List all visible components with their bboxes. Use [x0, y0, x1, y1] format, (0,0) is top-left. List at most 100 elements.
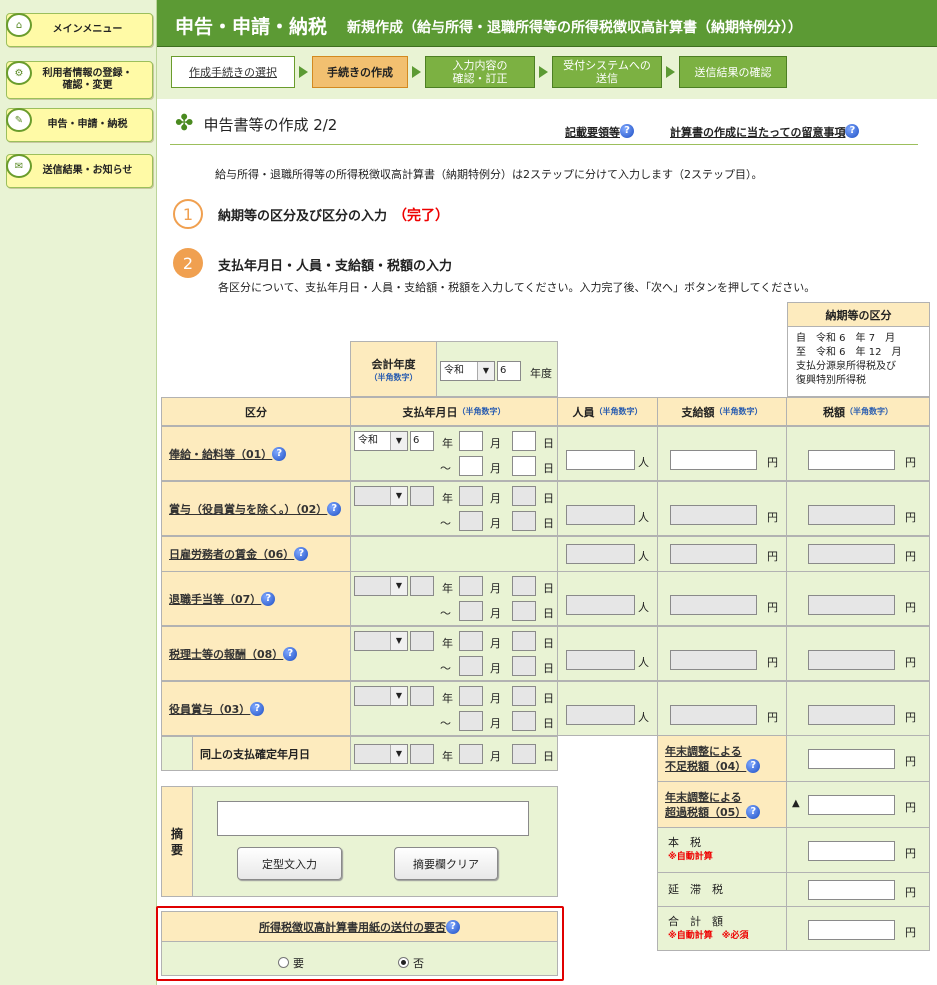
col-header-jinin: 人員 （半角数字）	[557, 397, 658, 426]
era-select[interactable]: ▼	[354, 576, 408, 596]
month-input[interactable]	[459, 656, 483, 676]
step-select[interactable]: 作成手続きの選択	[171, 56, 295, 88]
zeigaku-input[interactable]	[808, 450, 895, 470]
radio-icon	[278, 957, 289, 968]
help-icon[interactable]: ?	[327, 501, 342, 516]
month-input[interactable]	[459, 431, 483, 451]
help-icon[interactable]: ?	[272, 446, 287, 461]
month-input[interactable]	[459, 711, 483, 731]
day-input[interactable]	[512, 601, 536, 621]
step-send: 受付システムへの 送信	[552, 56, 662, 88]
era-select[interactable]: 令和 ▼	[354, 431, 408, 451]
shikyu-input[interactable]	[670, 705, 757, 725]
arrow-right-icon	[539, 66, 548, 78]
day-input[interactable]	[512, 456, 536, 476]
row-label[interactable]: 税理士等の報酬（08）?	[161, 626, 351, 681]
radio-no[interactable]: 否	[398, 955, 424, 971]
chevron-down-icon: ▼	[477, 362, 494, 380]
row-label[interactable]: 日雇労務者の賃金（06）?	[161, 536, 351, 572]
year-input[interactable]	[410, 631, 434, 651]
help-icon[interactable]: ?	[250, 701, 265, 716]
era-select[interactable]: ▼	[354, 686, 408, 706]
link-notes[interactable]: 計算書の作成に当たっての留意事項?	[670, 124, 860, 140]
template-input-button[interactable]: 定型文入力	[237, 847, 342, 880]
jinin-input[interactable]	[566, 450, 635, 470]
shikyu-input[interactable]	[670, 650, 757, 670]
month-input[interactable]	[459, 686, 483, 706]
day-input[interactable]	[512, 431, 536, 451]
zeigaku-input[interactable]	[808, 544, 895, 564]
link-instructions[interactable]: 記載要領等?	[565, 124, 634, 140]
sidebar-item-filing[interactable]: ✎ 申告・申請・納税	[6, 108, 153, 142]
year-input[interactable]: 6	[410, 431, 434, 451]
jinin-input[interactable]	[566, 505, 635, 525]
shikyu-input[interactable]	[670, 595, 757, 615]
row-label-05[interactable]: 年末調整による 超過税額（05）?	[657, 781, 787, 828]
fiscal-year-input[interactable]: 6	[497, 361, 521, 381]
gokei-input[interactable]	[808, 920, 895, 940]
month-input[interactable]	[459, 744, 483, 764]
jinin-input[interactable]	[566, 650, 635, 670]
row-label[interactable]: 役員賞与（03）?	[161, 681, 351, 736]
shikyu-input[interactable]	[670, 450, 757, 470]
day-input[interactable]	[512, 631, 536, 651]
year-input[interactable]	[410, 576, 434, 596]
arrow-right-icon	[412, 66, 421, 78]
jinin-input[interactable]	[566, 705, 635, 725]
day-input[interactable]	[512, 511, 536, 531]
day-input[interactable]	[512, 486, 536, 506]
shikyu-input[interactable]	[670, 544, 757, 564]
chevron-down-icon: ▼	[390, 687, 407, 705]
row-label[interactable]: 俸給・給料等（01）?	[161, 426, 351, 481]
day-input[interactable]	[512, 744, 536, 764]
row-label[interactable]: 賞与（役員賞与を除く。）（02）?	[161, 481, 351, 536]
era-select[interactable]: ▼	[354, 744, 408, 764]
help-icon[interactable]: ?	[845, 124, 860, 138]
help-icon[interactable]: ?	[746, 804, 761, 819]
day-input[interactable]	[512, 711, 536, 731]
era-select[interactable]: ▼	[354, 486, 408, 506]
zeigaku-input[interactable]	[808, 650, 895, 670]
era-select[interactable]: ▼	[354, 631, 408, 651]
fiscal-era-select[interactable]: 令和 ▼	[440, 361, 495, 381]
help-icon[interactable]: ?	[620, 124, 634, 138]
radio-yes[interactable]: 要	[278, 955, 304, 971]
year-input[interactable]	[410, 744, 434, 764]
month-input[interactable]	[459, 456, 483, 476]
zeigaku-input[interactable]	[808, 705, 895, 725]
entaizei-input[interactable]	[808, 880, 895, 900]
zeigaku-input[interactable]	[808, 505, 895, 525]
shikyu-input[interactable]	[670, 505, 757, 525]
tekiyo-input[interactable]	[217, 801, 529, 836]
day-input[interactable]	[512, 686, 536, 706]
help-icon[interactable]: ?	[294, 547, 309, 561]
day-input[interactable]	[512, 656, 536, 676]
page-subtitle: 新規作成（給与所得・退職所得等の所得税徴収高計算書（納期特例分））	[347, 20, 802, 36]
indent-cell	[161, 736, 193, 771]
day-input[interactable]	[512, 576, 536, 596]
tax-input-05[interactable]	[808, 795, 895, 815]
jinin-input[interactable]	[566, 544, 635, 564]
sidebar-item-results[interactable]: ✉ 送信結果・お知らせ	[6, 154, 153, 188]
year-input[interactable]	[410, 486, 434, 506]
help-icon[interactable]: ?	[746, 758, 761, 773]
help-icon[interactable]: ?	[446, 919, 460, 934]
row-label-04[interactable]: 年末調整による 不足税額（04）?	[657, 735, 787, 782]
sidebar-item-user-info[interactable]: ⚙ 利用者情報の登録・ 確認・変更	[6, 61, 153, 99]
clear-tekiyo-button[interactable]: 摘要欄クリア	[394, 847, 498, 880]
month-input[interactable]	[459, 511, 483, 531]
month-input[interactable]	[459, 576, 483, 596]
month-input[interactable]	[459, 601, 483, 621]
help-icon[interactable]: ?	[261, 591, 276, 606]
sidebar-item-main-menu[interactable]: ⌂ メインメニュー	[6, 13, 153, 47]
help-icon[interactable]: ?	[283, 646, 298, 661]
page-title: 申告・申請・納税	[175, 16, 328, 38]
tax-input-04[interactable]	[808, 749, 895, 769]
honzei-input[interactable]	[808, 841, 895, 861]
month-input[interactable]	[459, 486, 483, 506]
jinin-input[interactable]	[566, 595, 635, 615]
month-input[interactable]	[459, 631, 483, 651]
year-input[interactable]	[410, 686, 434, 706]
row-label[interactable]: 退職手当等（07）?	[161, 571, 351, 626]
zeigaku-input[interactable]	[808, 595, 895, 615]
